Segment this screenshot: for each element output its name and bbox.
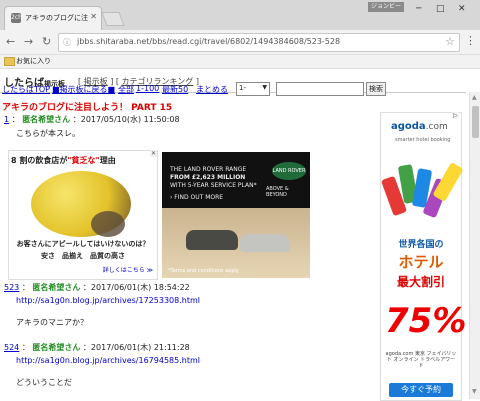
ad-lr-terms: *Terms and conditions apply (168, 268, 239, 274)
chevron-down-icon: ▼ (262, 84, 267, 91)
minimize-icon[interactable]: ─ (416, 4, 421, 14)
summary-link[interactable]: まとめる (196, 84, 228, 95)
page-scrollbar[interactable]: ▲ ▼ (469, 92, 480, 399)
ad-close-icon[interactable]: ✕ (150, 150, 158, 157)
agoda-award: agoda.com 東京 フェイバリット オンライン トラベルアワード (385, 351, 457, 369)
search-input[interactable] (276, 82, 364, 96)
poster-name: 匿名希望さん (32, 343, 81, 352)
ad-headline-b: "貧乏な" (67, 156, 100, 165)
reload-icon[interactable]: ↻ (42, 35, 51, 48)
thread-nav: したらばTOP ■掲示板に戻る■ 全部 1-100 最新50 まとめる (0, 84, 470, 100)
post-date: ：2017/06/01(木) 21:11:28 (82, 343, 190, 352)
ad-lr-line2: FROM £2,623 MILLION (170, 174, 246, 181)
search-button[interactable]: 検索 (366, 82, 386, 96)
car-image-dark (186, 230, 238, 250)
post-number[interactable]: 524 (4, 343, 19, 352)
post: 524 ： 匿名希望さん ：2017/06/01(木) 21:11:28 htt… (4, 342, 374, 388)
agoda-headline-1: 世界各国の (398, 240, 444, 250)
post: 523 ： 匿名希望さん ：2017/06/01(木) 18:54:22 htt… (4, 282, 374, 328)
poster-name: 匿名希望さん (32, 283, 81, 292)
lemon-spot (91, 211, 125, 237)
post-body: http://sa1g0n.blog.jp/archives/17253308.… (16, 296, 374, 328)
all-link[interactable]: 全部 (118, 84, 134, 95)
ad-choices-icon[interactable]: ▷ (452, 112, 459, 119)
ad-colorful-shapes (380, 159, 464, 229)
folder-icon (4, 57, 15, 66)
scroll-up-icon[interactable]: ▲ (472, 94, 477, 101)
post-body: http://sa1g0n.blog.jp/archives/16794585.… (16, 356, 374, 388)
ad-headline-a: 8 割の飲食店が (11, 156, 68, 165)
post-date: ：2017/05/10(水) 11:50:08 (72, 115, 180, 124)
window-badge: ジョンビー (368, 2, 404, 12)
top-link[interactable]: したらばTOP (2, 84, 50, 95)
agoda-brand: agoda (391, 121, 426, 132)
scrollbar-thumb[interactable] (472, 106, 479, 138)
ad-lr-tagline: ABOVE & BEYOND (266, 186, 289, 198)
ad-agoda[interactable]: agoda.com smarter hotel booking 世界各国の ホテ… (380, 112, 467, 401)
bookmarks-bar: お気に入り (0, 55, 480, 69)
post-date: ：2017/06/01(木) 18:54:22 (82, 283, 190, 292)
bookmark-star-icon[interactable]: ☆ (445, 35, 455, 48)
post-link[interactable]: http://sa1g0n.blog.jp/archives/16794585.… (16, 356, 200, 365)
ad-restaurant[interactable]: 8 割の飲食店が"貧乏な"理由 お客さんにアピールしてはいけないのは？ 安さ 品… (8, 150, 158, 280)
ad-lr-line1: THE LAND ROVER RANGE (170, 166, 247, 173)
maximize-icon[interactable]: □ (436, 4, 445, 14)
ad-question: お客さんにアピールしてはいけないのは？ (16, 240, 150, 248)
range-link[interactable]: 1-100 (136, 84, 159, 93)
post-link[interactable]: http://sa1g0n.blog.jp/archives/17253308.… (16, 296, 200, 305)
lemon-image (31, 171, 131, 237)
post-line: どういうことだ (16, 378, 72, 387)
page-info-icon[interactable]: ⓘ (63, 37, 71, 48)
post-number[interactable]: 1 (4, 115, 9, 124)
post-number[interactable]: 523 (4, 283, 19, 292)
thread-title: アキラのブログに注目しよう！ PART 15 (2, 103, 173, 113)
new-tab-button[interactable] (101, 12, 125, 26)
post-line: アキラのマニアか？ (16, 318, 88, 327)
url-text[interactable]: jbbs.shitaraba.net/bbs/read.cgi/travel/6… (77, 37, 340, 46)
title-bar: 2ch アキラのブログに注目しよう！ ✕ ジョンビー ─ □ ✕ (0, 0, 480, 31)
post-line: こちらが本スレ。 (16, 129, 80, 138)
browser-tab[interactable]: 2ch アキラのブログに注目しよう！ ✕ (4, 6, 102, 31)
back-to-board-link[interactable]: ■掲示板に戻る■ (52, 84, 115, 95)
forward-icon[interactable]: → (24, 35, 33, 48)
ad-headline: 8 割の飲食店が"貧乏な"理由 (11, 155, 116, 166)
ad-lr-line3: WITH 5-YEAR SERVICE PLAN* (170, 182, 257, 189)
tab-close-icon[interactable]: ✕ (90, 12, 97, 21)
latest-link[interactable]: 最新50 (162, 84, 188, 95)
ad-keywords: 安さ 品揃え 品質の高さ (41, 252, 125, 260)
post-body: こちらが本スレ。 (16, 128, 374, 139)
range-select[interactable]: 1- ▼ (236, 82, 270, 96)
agoda-headline-3: 最大割引 (396, 275, 445, 289)
address-bar[interactable]: ⓘ jbbs.shitaraba.net/bbs/read.cgi/travel… (58, 33, 460, 52)
car-image-light (240, 234, 290, 252)
close-window-icon[interactable]: ✕ (458, 4, 466, 14)
ad-more-link[interactable]: 詳しくはこちら ≫ (103, 265, 153, 274)
tab-title: アキラのブログに注目しよう！ (25, 14, 89, 22)
browser-toolbar: ← → ↻ ⓘ jbbs.shitaraba.net/bbs/read.cgi/… (0, 30, 480, 55)
agoda-tagline: smarter hotel booking (395, 137, 451, 143)
menu-icon[interactable]: ⋮ (465, 34, 476, 47)
poster-name: 匿名希望さん (22, 115, 71, 124)
select-value: 1- (239, 84, 246, 92)
post: 1 ： 匿名希望さん ：2017/05/10(水) 11:50:08 こちらが本… (4, 114, 374, 139)
agoda-discount: 75% (385, 301, 467, 341)
back-icon[interactable]: ← (6, 35, 15, 48)
scroll-down-icon[interactable]: ▼ (472, 388, 477, 395)
tab-favicon-icon: 2ch (11, 13, 22, 23)
agoda-logo: agoda.com (391, 121, 448, 132)
ad-lr-cta[interactable]: › FIND OUT MORE (170, 194, 223, 201)
ad-lr-text: THE LAND ROVER RANGE FROM £2,623 MILLION… (170, 166, 257, 190)
landrover-logo: LAND ROVER (272, 162, 306, 180)
bookmark-folder-label[interactable]: お気に入り (16, 56, 51, 66)
ad-headline-c: 理由 (99, 156, 116, 165)
ad-landrover[interactable]: THE LAND ROVER RANGE FROM £2,623 MILLION… (162, 152, 310, 278)
agoda-headline-2: ホテル (398, 253, 444, 271)
agoda-suffix: .com (425, 122, 448, 132)
agoda-cta-button[interactable]: 今すぐ予約 (389, 383, 453, 397)
